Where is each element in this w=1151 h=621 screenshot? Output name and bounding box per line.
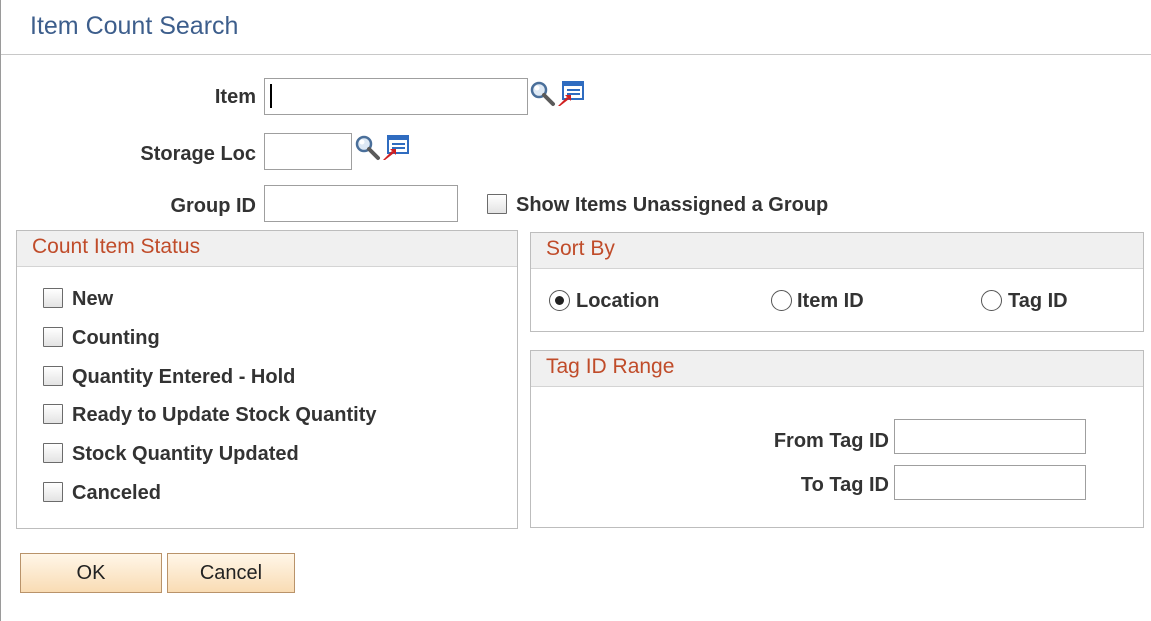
status-counting-label: Counting	[72, 327, 160, 349]
status-counting-checkbox[interactable]	[43, 327, 63, 347]
group-id-input[interactable]	[264, 185, 458, 222]
tag-id-range-group: Tag ID Range From Tag ID To Tag ID	[530, 350, 1144, 528]
show-unassigned-checkbox[interactable]	[487, 194, 507, 214]
text-cursor	[270, 84, 272, 108]
sort-item-id-label: Item ID	[797, 290, 864, 312]
item-prompt-list-icon[interactable]	[557, 80, 585, 107]
title-divider	[1, 54, 1151, 55]
storage-loc-prompt-list-icon[interactable]	[382, 134, 410, 161]
status-stock-quantity-updated-label: Stock Quantity Updated	[72, 443, 299, 465]
from-tag-id-input[interactable]	[894, 419, 1086, 454]
to-tag-id-input[interactable]	[894, 465, 1086, 500]
sort-by-header: Sort By	[531, 233, 1143, 269]
page-left-border	[0, 0, 1, 621]
item-label: Item	[214, 86, 256, 108]
sort-by-group: Sort By Location Item ID Tag ID	[530, 232, 1144, 332]
from-tag-id-label: From Tag ID	[773, 430, 889, 452]
count-item-status-header: Count Item Status	[17, 231, 517, 267]
item-input[interactable]	[264, 78, 528, 115]
page-title: Item Count Search	[30, 12, 239, 40]
count-item-status-group: Count Item Status New Counting Quantity …	[16, 230, 518, 529]
status-stock-quantity-updated-checkbox[interactable]	[43, 443, 63, 463]
group-id-label: Group ID	[170, 195, 256, 217]
item-count-search-page: Item Count Search Item Storage Loc Group…	[0, 0, 1151, 621]
sort-item-id-radio[interactable]	[771, 290, 792, 311]
status-canceled-checkbox[interactable]	[43, 482, 63, 502]
storage-loc-label: Storage Loc	[140, 143, 256, 165]
storage-loc-lookup-magnifier-icon[interactable]	[354, 134, 381, 161]
ok-button[interactable]: OK	[20, 553, 162, 593]
status-canceled-label: Canceled	[72, 482, 161, 504]
storage-loc-input[interactable]	[264, 133, 352, 170]
status-new-checkbox[interactable]	[43, 288, 63, 308]
status-ready-to-update-label: Ready to Update Stock Quantity	[72, 404, 377, 426]
item-lookup-magnifier-icon[interactable]	[529, 80, 556, 107]
sort-tag-id-radio[interactable]	[981, 290, 1002, 311]
status-new-label: New	[72, 288, 114, 310]
status-quantity-entered-hold-label: Quantity Entered - Hold	[72, 366, 296, 388]
show-unassigned-label: Show Items Unassigned a Group	[516, 194, 829, 216]
tag-id-range-header: Tag ID Range	[531, 351, 1143, 387]
status-ready-to-update-checkbox[interactable]	[43, 404, 63, 424]
to-tag-id-label: To Tag ID	[800, 474, 889, 496]
sort-location-label: Location	[576, 290, 660, 312]
cancel-button[interactable]: Cancel	[167, 553, 295, 593]
sort-location-radio[interactable]	[549, 290, 570, 311]
status-quantity-entered-hold-checkbox[interactable]	[43, 366, 63, 386]
sort-tag-id-label: Tag ID	[1008, 290, 1068, 312]
